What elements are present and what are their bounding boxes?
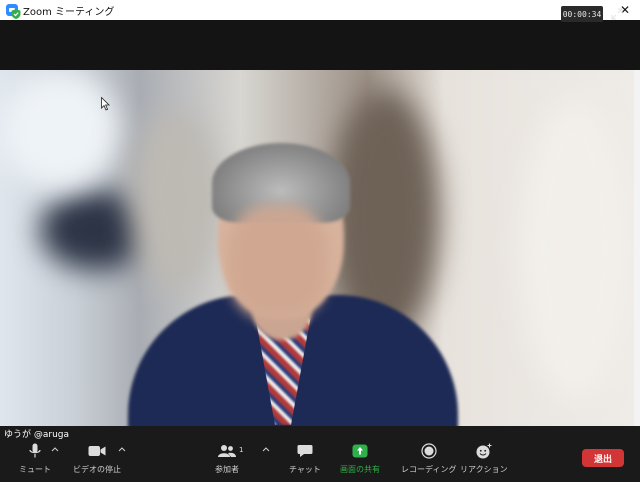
record-label: レコーディング	[401, 465, 457, 474]
chat-label: チャット	[289, 465, 321, 474]
participants-label: 参加者	[215, 465, 239, 474]
smiley-add-icon	[473, 442, 495, 460]
participants-button[interactable]: 参加者	[215, 442, 239, 475]
fullscreen-icon[interactable]	[611, 8, 623, 20]
shield-icon[interactable]	[11, 9, 21, 19]
chevron-up-icon[interactable]	[51, 446, 59, 452]
chat-button[interactable]: チャット	[289, 442, 321, 475]
participant-name: ゆうが @aruga	[4, 430, 70, 440]
video-camera-icon	[86, 442, 108, 460]
video-background-blur	[130, 110, 220, 290]
meeting-timer: 00:00:34	[561, 6, 603, 22]
window-title: Zoom ミーティング	[23, 6, 115, 18]
reactions-button[interactable]: リアクション	[460, 442, 508, 475]
record-icon	[418, 442, 440, 460]
chevron-up-icon[interactable]	[262, 446, 270, 452]
share-screen-icon	[349, 442, 371, 460]
chevron-up-icon[interactable]	[118, 446, 126, 452]
blurred-face	[228, 205, 328, 320]
participants-icon	[216, 442, 238, 460]
record-button[interactable]: レコーディング	[401, 442, 456, 475]
participant-name-bar	[0, 426, 640, 440]
mute-label: ミュート	[19, 465, 51, 474]
video-label: ビデオの停止	[73, 465, 121, 474]
microphone-icon	[24, 442, 46, 460]
video-background-blur	[520, 100, 630, 400]
window-edge-strip	[634, 70, 640, 426]
window-title-bar: Zoom ミーティング ✕	[0, 0, 640, 20]
video-background-blur	[0, 70, 120, 190]
mouse-cursor-icon	[101, 97, 110, 111]
mute-button[interactable]: ミュート	[19, 442, 51, 475]
leave-meeting-button[interactable]: 退出	[582, 449, 624, 467]
share-screen-button[interactable]: 画面の共有	[340, 442, 380, 475]
stop-video-button[interactable]: ビデオの停止	[73, 442, 121, 475]
reactions-label: リアクション	[460, 465, 508, 474]
share-label: 画面の共有	[340, 465, 380, 474]
chat-bubble-icon	[294, 442, 316, 460]
meeting-top-bar	[0, 20, 640, 70]
participant-count-badge: 1	[239, 446, 244, 454]
